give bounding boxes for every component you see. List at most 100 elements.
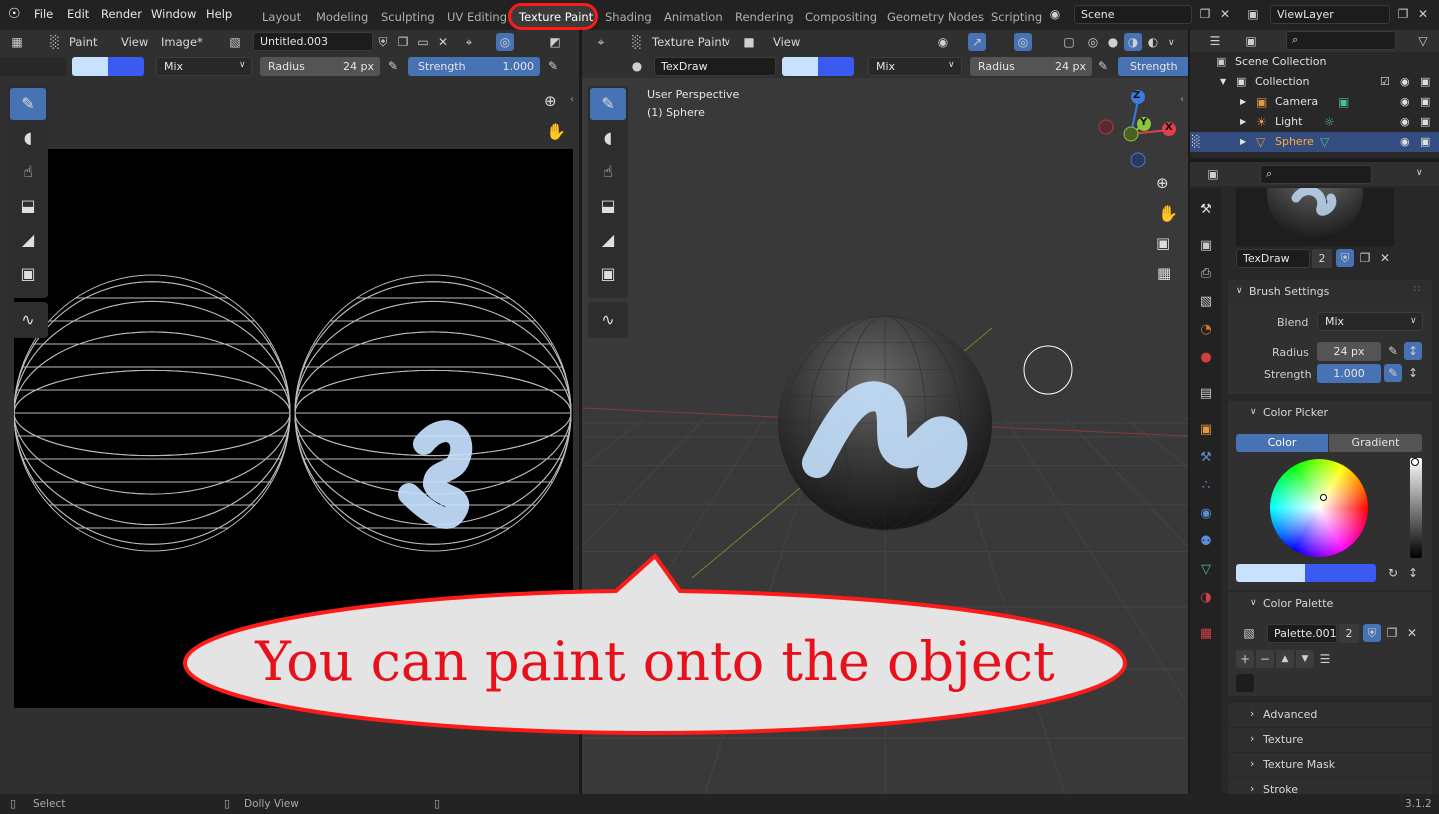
radius-slider-viewport[interactable]: Radius 24 px <box>970 57 1092 76</box>
advanced-header[interactable]: › Advanced <box>1228 703 1432 727</box>
gradient-tab[interactable]: Gradient <box>1329 434 1422 452</box>
vp-hand-icon[interactable]: ✋ <box>1158 204 1178 223</box>
primary-color-prop[interactable] <box>1236 564 1305 582</box>
brush-preview[interactable] <box>1236 188 1394 246</box>
vp-mask-icon[interactable]: ▣ <box>590 258 626 290</box>
zoom-icon[interactable]: ⊕ <box>544 92 557 110</box>
viewport-secondary-swatch[interactable] <box>818 57 854 76</box>
collection-checkbox-icon[interactable]: ☑ <box>1380 72 1390 92</box>
strength-slider-viewport[interactable]: Strength <box>1118 57 1188 76</box>
texture-paint-mode-icon[interactable]: ░ <box>628 33 646 51</box>
outliner-scene-collection[interactable]: ▣ Scene Collection <box>1190 52 1439 72</box>
menu-render[interactable]: Render <box>101 7 142 21</box>
fake-user-icon[interactable]: ⛨ <box>374 33 392 51</box>
open-image-icon[interactable]: ▭ <box>414 33 432 51</box>
output-tab-icon[interactable]: ⎙ <box>1196 264 1216 284</box>
mask-icon[interactable]: ▣ <box>10 258 46 290</box>
gizmo-z-label[interactable]: Z <box>1133 90 1140 101</box>
brush-fake-user-icon[interactable]: ⛨ <box>1336 249 1354 267</box>
outliner-filter-icon[interactable]: ▽ <box>1414 32 1432 50</box>
brush-icon[interactable]: ✎ <box>10 88 46 120</box>
gizmo-toggle-icon[interactable]: ↗ <box>968 33 986 51</box>
secondary-color-swatch[interactable] <box>108 57 144 76</box>
properties-strength-pressure-icon[interactable]: ✎ <box>1384 364 1402 382</box>
vp-smear-icon[interactable]: ☝ <box>590 156 626 188</box>
value-slider-handle[interactable] <box>1411 458 1419 466</box>
brush-unlink-icon[interactable]: ✕ <box>1376 249 1394 267</box>
radius-pressure-viewport-icon[interactable]: ✎ <box>1094 57 1112 75</box>
color-palette-header[interactable]: ∨ Color Palette <box>1228 592 1432 616</box>
outliner-type-icon[interactable]: ☰ <box>1206 32 1224 50</box>
palette-browse-icon[interactable]: ▧ <box>1240 624 1258 642</box>
properties-radius-slider[interactable]: 24 px <box>1317 342 1381 361</box>
menu-edit[interactable]: Edit <box>67 7 89 21</box>
palette-unlink-icon[interactable]: ✕ <box>1403 624 1421 642</box>
sphere-eye-icon[interactable]: ◉ <box>1400 132 1410 152</box>
view-layer-tab-icon[interactable]: ▧ <box>1196 292 1216 312</box>
unlink-image-icon[interactable]: ✕ <box>434 33 452 51</box>
swap-colors-icon[interactable]: ↻ <box>1384 564 1402 582</box>
collection-expand-icon[interactable]: ▼ <box>1220 72 1226 92</box>
brush-preview-icon[interactable]: ● <box>628 57 646 75</box>
palette-move-up-icon[interactable]: ▲ <box>1276 650 1294 668</box>
strength-pressure-icon[interactable]: ✎ <box>544 57 562 75</box>
outliner-display-icon[interactable]: ▣ <box>1242 32 1260 50</box>
shading-material-icon[interactable]: ◑ <box>1124 33 1142 51</box>
collection-tab-icon[interactable]: ▤ <box>1196 384 1216 404</box>
texture-mask-header[interactable]: › Texture Mask <box>1228 753 1432 777</box>
gizmo-y-label[interactable]: Y <box>1140 117 1147 128</box>
visibility-icon[interactable]: ◉ <box>934 33 952 51</box>
delete-view-layer-icon[interactable]: ✕ <box>1414 5 1432 23</box>
drag-handle-icon[interactable]: ∷ <box>1414 284 1420 295</box>
vp-brush-icon[interactable]: ✎ <box>590 88 626 120</box>
physics-tab-icon[interactable]: ◉ <box>1196 504 1216 524</box>
vp-sidebar-toggle-icon[interactable]: ‹ <box>1180 94 1184 105</box>
brush-users-count[interactable]: 2 <box>1312 249 1332 268</box>
vp-zoom-icon[interactable]: ⊕ <box>1156 174 1169 192</box>
strength-slider-image[interactable]: Strength 1.000 <box>408 57 540 76</box>
texture-header[interactable]: › Texture <box>1228 728 1432 752</box>
light-render-toggle-icon[interactable]: ▣ <box>1420 112 1430 132</box>
blender-logo-icon[interactable]: ☉ <box>8 6 21 22</box>
world-tab-icon[interactable]: ● <box>1196 348 1216 368</box>
color-wheel-cursor[interactable] <box>1320 494 1327 501</box>
camera-expand-icon[interactable]: ▶ <box>1240 92 1246 112</box>
view-toggle-icon[interactable]: ■ <box>740 33 758 51</box>
annotate-icon[interactable]: ∿ <box>10 304 46 336</box>
new-scene-icon[interactable]: ❐ <box>1196 5 1214 23</box>
properties-search-field[interactable] <box>1260 165 1372 184</box>
render-tab-icon[interactable]: ▣ <box>1196 236 1216 256</box>
outliner-collection[interactable]: ▼ ▣ Collection ☑ ◉ ▣ <box>1190 72 1439 92</box>
gizmo-x-label[interactable]: X <box>1165 122 1173 133</box>
palette-duplicate-icon[interactable]: ❐ <box>1383 624 1401 642</box>
brush-name-field[interactable]: TexDraw <box>654 57 776 76</box>
material-tab-icon[interactable]: ◑ <box>1196 588 1216 608</box>
sphere-expand-icon[interactable]: ▶ <box>1240 132 1246 152</box>
color-picker-header[interactable]: ∨ Color Picker <box>1228 401 1432 425</box>
shading-solid-icon[interactable]: ● <box>1104 33 1122 51</box>
hand-icon[interactable]: ✋ <box>546 122 566 141</box>
xray-icon[interactable]: ▢ <box>1060 33 1078 51</box>
menu-view-3d[interactable]: View <box>773 35 800 49</box>
properties-type-icon[interactable]: ▣ <box>1204 165 1222 183</box>
tab-texture-paint[interactable]: Texture Paint <box>519 10 593 24</box>
image-browse-icon[interactable]: ▧ <box>226 33 244 51</box>
scene-name-field[interactable]: Scene <box>1074 5 1192 24</box>
data-tab-icon[interactable]: ▽ <box>1196 560 1216 580</box>
sidebar-toggle-icon[interactable]: ‹ <box>570 94 574 105</box>
palette-add-icon[interactable]: + <box>1236 650 1254 668</box>
sphere-mode-icon[interactable]: ░ <box>1192 132 1200 152</box>
camera-data-icon[interactable]: ▣ <box>1338 92 1349 112</box>
texture-tab-icon[interactable]: ▦ <box>1196 624 1216 644</box>
light-data-icon[interactable]: ☼ <box>1324 112 1335 132</box>
camera-render-toggle-icon[interactable]: ▣ <box>1420 92 1430 112</box>
palette-fake-user-icon[interactable]: ⛨ <box>1363 624 1381 642</box>
image-name-field[interactable]: Untitled.003 <box>253 32 373 51</box>
tab-scripting[interactable]: Scripting <box>991 10 1042 24</box>
overlay-icon[interactable]: ◎ <box>496 33 514 51</box>
palette-users-count[interactable]: 2 <box>1339 624 1359 643</box>
tab-shading[interactable]: Shading <box>605 10 652 24</box>
view-layer-icon[interactable]: ▣ <box>1244 5 1262 23</box>
modifier-tab-icon[interactable]: ⚒ <box>1196 448 1216 468</box>
brush-duplicate-icon[interactable]: ❐ <box>1356 249 1374 267</box>
